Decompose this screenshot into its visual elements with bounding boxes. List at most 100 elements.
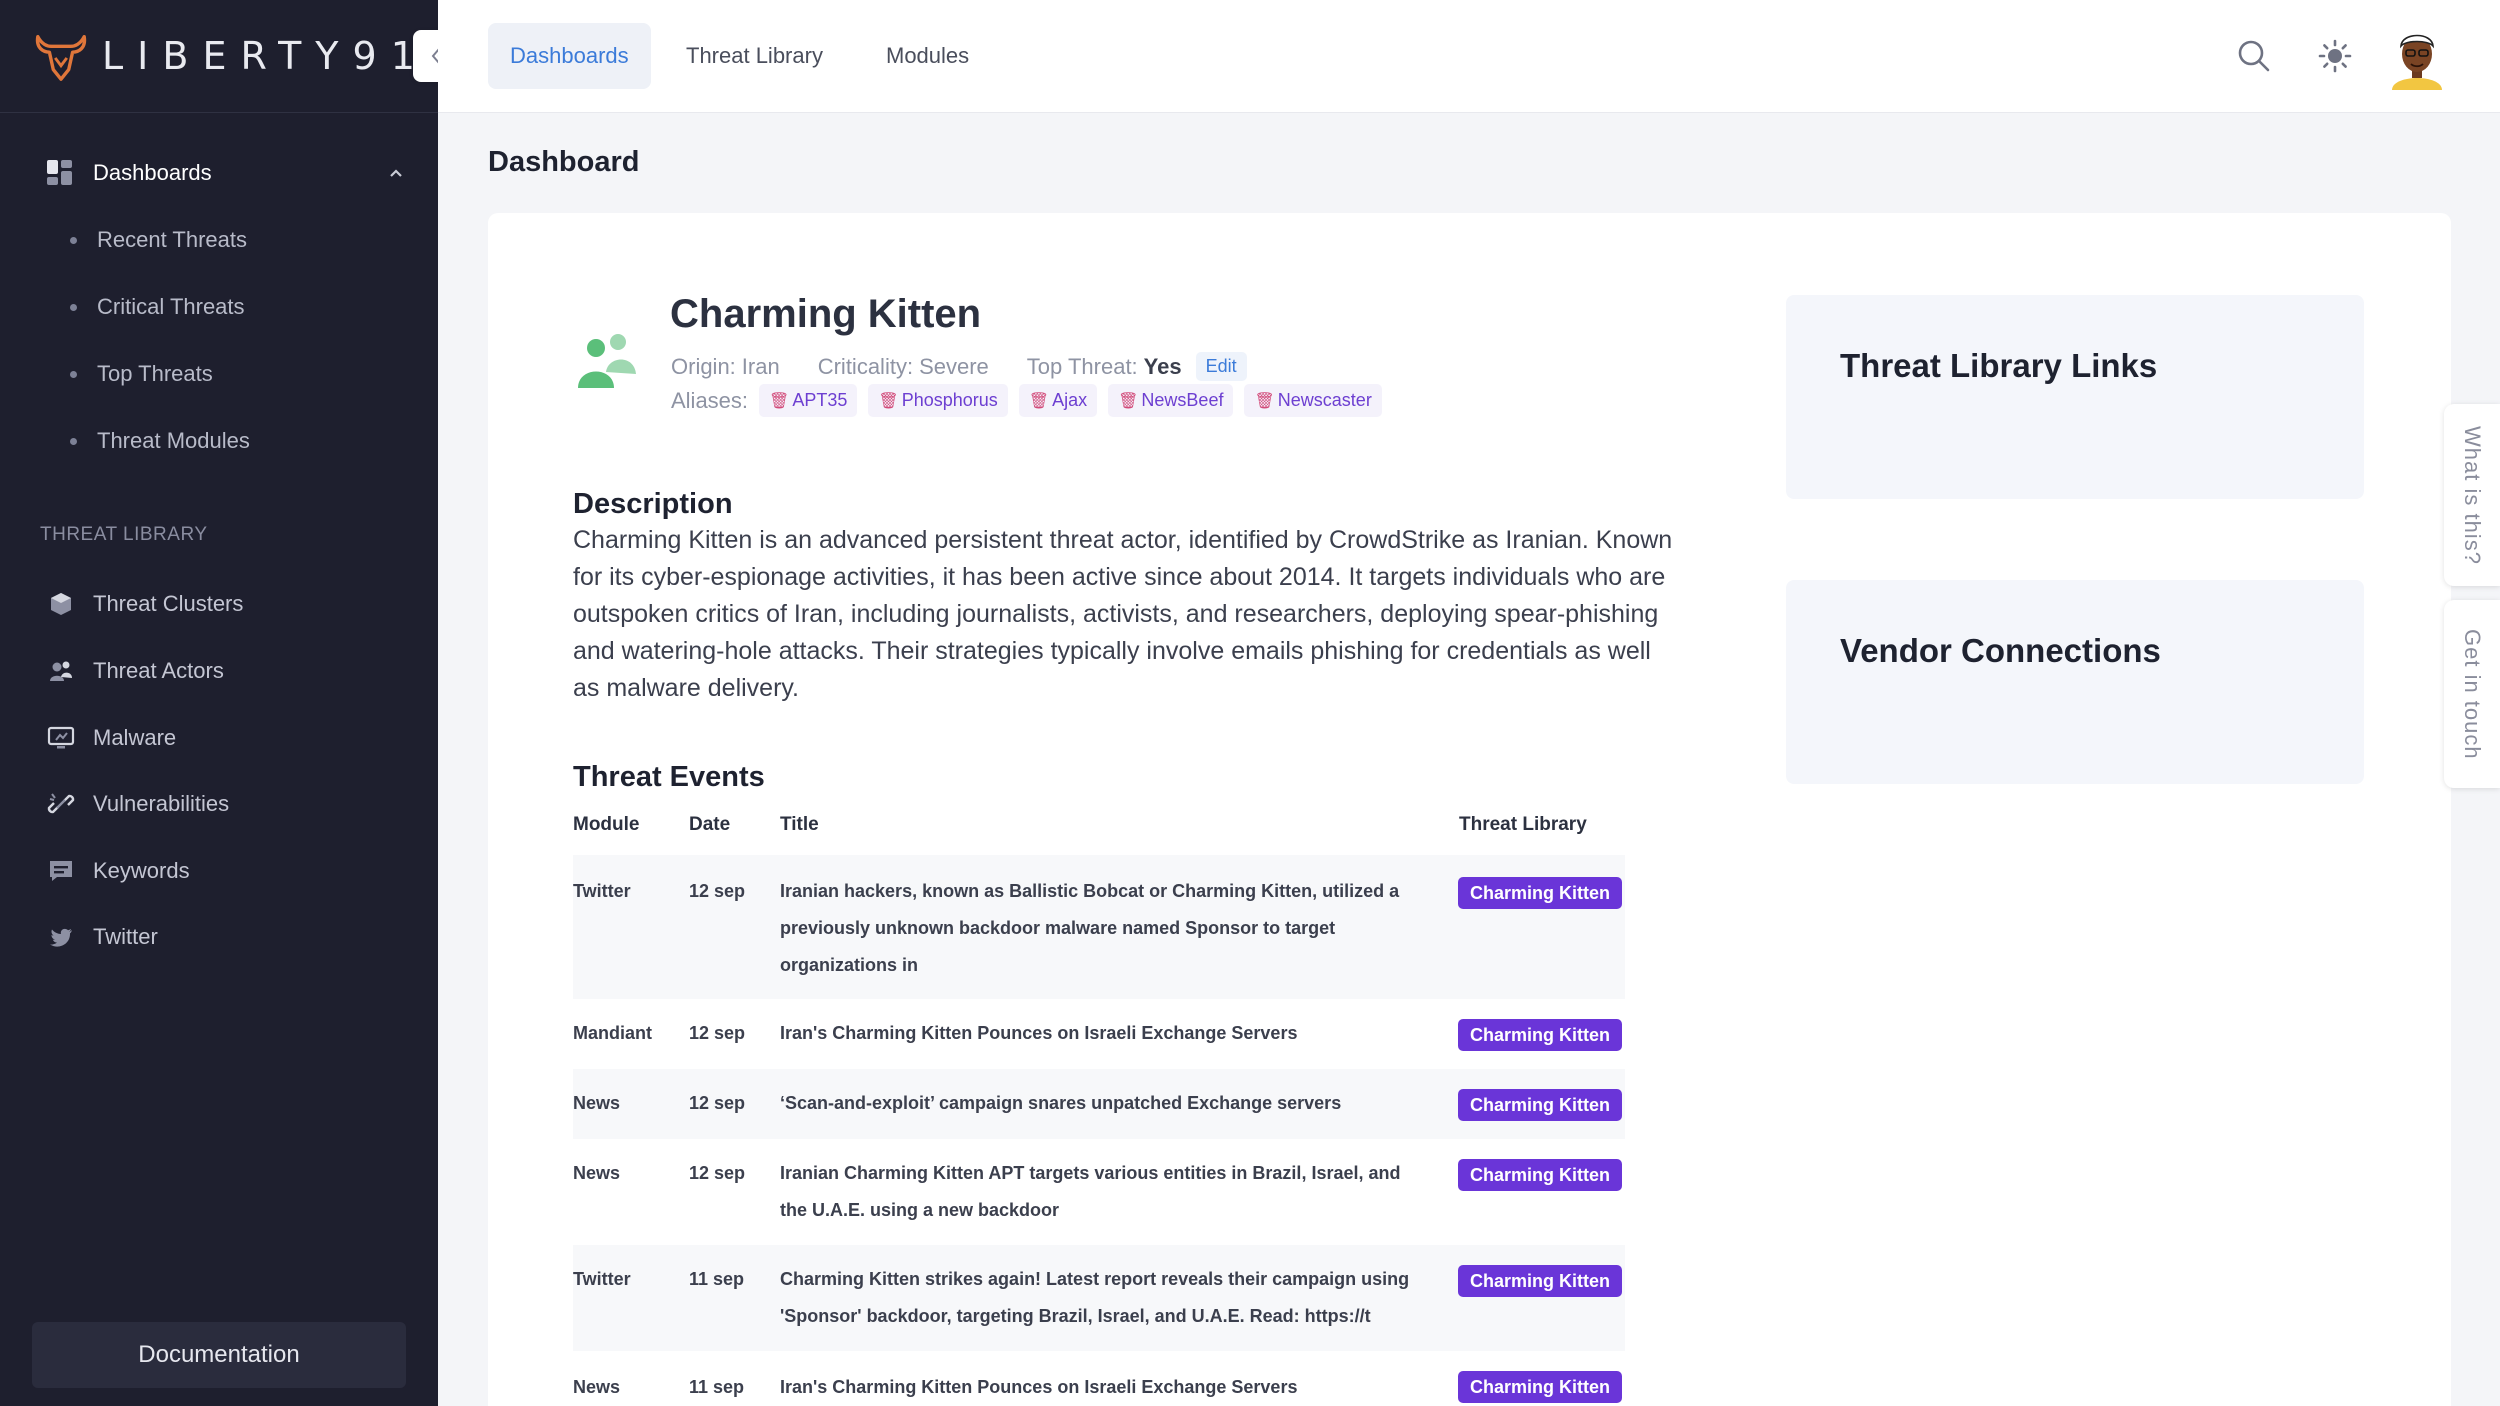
table-row[interactable]: Twitter 11 sep Charming Kitten strikes a… <box>573 1245 1625 1351</box>
criticality-value: Severe <box>919 353 989 379</box>
search-icon <box>2238 40 2270 72</box>
cube-icon <box>45 588 77 620</box>
search-button[interactable] <box>2232 34 2276 78</box>
cell-module: Mandiant <box>573 1023 652 1043</box>
threat-actor-group-icon <box>578 334 636 388</box>
sidebar-item-twitter[interactable]: Twitter <box>45 917 158 957</box>
alias-chip[interactable]: 🗑 Ajax <box>1018 384 1098 417</box>
sidebar-item-keywords[interactable]: Keywords <box>45 851 190 891</box>
top-threat-value: Yes <box>1143 353 1182 379</box>
sidebar-item-label: Twitter <box>93 924 158 949</box>
sidebar-item-vulnerabilities[interactable]: Vulnerabilities <box>45 784 229 824</box>
edit-button[interactable]: Edit <box>1195 352 1247 381</box>
sidebar-item-label: Threat Modules <box>97 428 250 453</box>
what-is-this-tab[interactable]: What is this? <box>2444 404 2500 586</box>
alias-label: Newscaster <box>1277 390 1372 410</box>
user-avatar[interactable] <box>2388 22 2446 90</box>
alias-chip[interactable]: 🗑 Newscaster <box>1244 384 1382 417</box>
threat-library-badge[interactable]: Charming Kitten <box>1458 1265 1623 1297</box>
sidebar-item-recent-threats[interactable]: Recent Threats <box>70 222 247 258</box>
table-row[interactable]: News 12 sep Iranian Charming Kitten APT … <box>573 1139 1625 1245</box>
sidebar-item-label: Top Threats <box>97 361 213 386</box>
threat-library-badge[interactable]: Charming Kitten <box>1458 1019 1623 1051</box>
brand-name: LIBERTY91 <box>102 34 429 78</box>
bullet-icon <box>70 370 77 378</box>
sidebar-item-top-threats[interactable]: Top Threats <box>70 356 213 392</box>
twitter-icon <box>45 921 77 953</box>
sidebar-item-label: Malware <box>93 725 177 750</box>
theme-toggle-button[interactable] <box>2313 34 2357 78</box>
bullet-icon <box>70 437 77 445</box>
threat-library-links-panel: Threat Library Links <box>1786 295 2364 499</box>
cell-module: News <box>573 1163 621 1183</box>
aliases-label: Aliases: <box>671 387 749 413</box>
alias-label: Ajax <box>1052 390 1088 410</box>
bull-logo-icon <box>35 34 87 81</box>
cell-module: Twitter <box>573 881 631 901</box>
trash-icon: 🗑 <box>1118 392 1139 410</box>
vendor-connections-panel: Vendor Connections <box>1786 580 2364 784</box>
alias-chip[interactable]: 🗑 APT35 <box>759 384 858 417</box>
tab-threat-library[interactable]: Threat Library <box>664 23 845 89</box>
sidebar-item-label: Recent Threats <box>97 227 248 252</box>
cell-date: 12 sep <box>689 1163 746 1183</box>
cell-date: 12 sep <box>689 881 746 901</box>
alias-chip[interactable]: 🗑 Phosphorus <box>868 384 1008 417</box>
threat-library-badge[interactable]: Charming Kitten <box>1458 877 1623 909</box>
column-header-date[interactable]: Date <box>689 814 730 836</box>
sidebar-item-label: Vulnerabilities <box>93 791 230 816</box>
table-row[interactable]: Mandiant 12 sep Iran's Charming Kitten P… <box>573 999 1625 1069</box>
threat-library-badge[interactable]: Charming Kitten <box>1458 1371 1623 1403</box>
column-header-threat-library[interactable]: Threat Library <box>1459 814 1587 836</box>
cell-title: Iran's Charming Kitten Pounces on Israel… <box>780 1023 1298 1043</box>
description-heading: Description <box>573 488 733 520</box>
sidebar-item-threat-actors[interactable]: Threat Actors <box>45 651 224 691</box>
people-icon <box>45 655 77 687</box>
threat-library-badge[interactable]: Charming Kitten <box>1458 1159 1623 1191</box>
chevron-up-icon <box>390 169 402 177</box>
bullet-icon <box>70 236 77 244</box>
brand[interactable]: LIBERTY91 <box>0 0 438 113</box>
threat-events-heading: Threat Events <box>573 761 765 793</box>
cell-date: 11 sep <box>689 1377 745 1397</box>
sidebar-item-threat-clusters[interactable]: Threat Clusters <box>45 584 243 624</box>
sidebar: LIBERTY91 Dashboards Recent Threats Crit… <box>0 0 438 1406</box>
cell-title: Iranian hackers, known as Ballistic Bobc… <box>780 881 1400 975</box>
panel-title: Vendor Connections <box>1840 632 2161 669</box>
table-row[interactable]: News 12 sep ‘Scan-and-exploit’ campaign … <box>573 1069 1625 1139</box>
documentation-button[interactable]: Documentation <box>32 1322 406 1388</box>
sidebar-item-label: Threat Clusters <box>93 591 244 616</box>
get-in-touch-label: Get in touch <box>2460 628 2485 760</box>
get-in-touch-tab[interactable]: Get in touch <box>2444 600 2500 788</box>
cell-module: News <box>573 1093 621 1113</box>
bullet-icon <box>70 303 77 311</box>
nav-dashboards[interactable]: Dashboards <box>45 153 405 193</box>
alias-label: NewsBeef <box>1141 390 1224 410</box>
alias-chip[interactable]: 🗑 NewsBeef <box>1108 384 1234 417</box>
aliases: Aliases: 🗑 APT35 🗑 Phosphorus 🗑 Ajax 🗑 NewsB… <box>671 384 1382 417</box>
sidebar-item-critical-threats[interactable]: Critical Threats <box>70 289 245 325</box>
sidebar-item-threat-modules[interactable]: Threat Modules <box>70 423 250 459</box>
column-header-module[interactable]: Module <box>573 814 640 836</box>
cell-date: 12 sep <box>689 1093 746 1113</box>
threat-actor-name: Charming Kitten <box>670 292 982 336</box>
avatar-icon <box>2392 34 2442 90</box>
what-is-this-label: What is this? <box>2460 425 2485 565</box>
criticality-label: Criticality: <box>817 353 914 379</box>
alias-label: Phosphorus <box>901 390 998 410</box>
cell-module: Twitter <box>573 1269 631 1289</box>
tab-dashboards[interactable]: Dashboards <box>488 23 651 89</box>
nav-dashboards-label: Dashboards <box>93 160 212 185</box>
table-row[interactable]: Twitter 12 sep Iranian hackers, known as… <box>573 855 1625 999</box>
actor-meta: Origin: Iran Criticality: Severe Top Thr… <box>671 352 1247 381</box>
tab-modules[interactable]: Modules <box>864 23 991 89</box>
page-title: Dashboard <box>488 146 640 178</box>
threat-library-badge[interactable]: Charming Kitten <box>1458 1089 1623 1121</box>
sidebar-item-malware[interactable]: Malware <box>45 718 176 758</box>
table-row[interactable]: News 11 sep Iran's Charming Kitten Pounc… <box>573 1351 1625 1406</box>
broken-link-icon <box>45 788 77 820</box>
origin-value: Iran <box>741 353 780 379</box>
alias-label: APT35 <box>792 390 848 410</box>
column-header-title[interactable]: Title <box>780 814 819 836</box>
monitor-icon <box>45 722 77 754</box>
